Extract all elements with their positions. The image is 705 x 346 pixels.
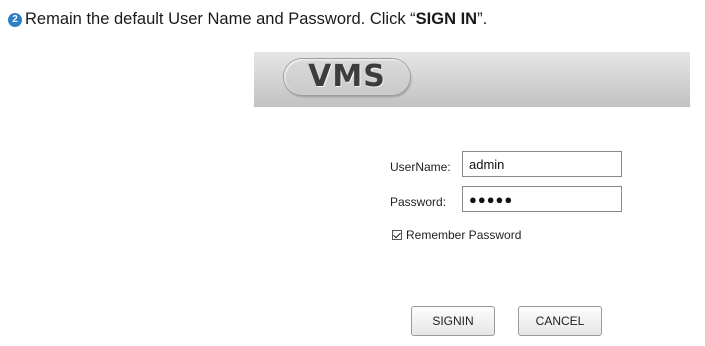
- cancel-button[interactable]: CANCEL: [518, 306, 602, 336]
- password-value: ●●●●●: [469, 192, 514, 207]
- instruction-bold-text: SIGN IN: [415, 10, 478, 28]
- instruction-text-after: ”.: [477, 10, 488, 28]
- step-number-badge: 2: [8, 12, 22, 27]
- username-label: UserName:: [390, 160, 451, 174]
- instruction-text: 2 Remain the default User Name and Passw…: [8, 10, 487, 29]
- vms-logo: VMS: [284, 59, 410, 95]
- logo-text: VMS: [308, 59, 386, 94]
- username-value: admin: [469, 157, 505, 172]
- login-form: UserName: admin Password: ●●●●● Remember…: [254, 107, 690, 346]
- dialog-titlebar: VMS: [254, 52, 690, 107]
- instruction-text-before: Remain the default User Name and Passwor…: [25, 10, 416, 28]
- username-field[interactable]: admin: [462, 151, 622, 177]
- remember-password-option[interactable]: Remember Password: [392, 228, 521, 242]
- password-field[interactable]: ●●●●●: [462, 186, 622, 212]
- login-dialog: VMS UserName: admin Password: ●●●●● Reme…: [254, 52, 690, 346]
- signin-button[interactable]: SIGNIN: [411, 306, 495, 336]
- remember-password-checkbox[interactable]: [392, 230, 402, 240]
- password-label: Password:: [390, 195, 447, 209]
- remember-password-label: Remember Password: [406, 228, 522, 242]
